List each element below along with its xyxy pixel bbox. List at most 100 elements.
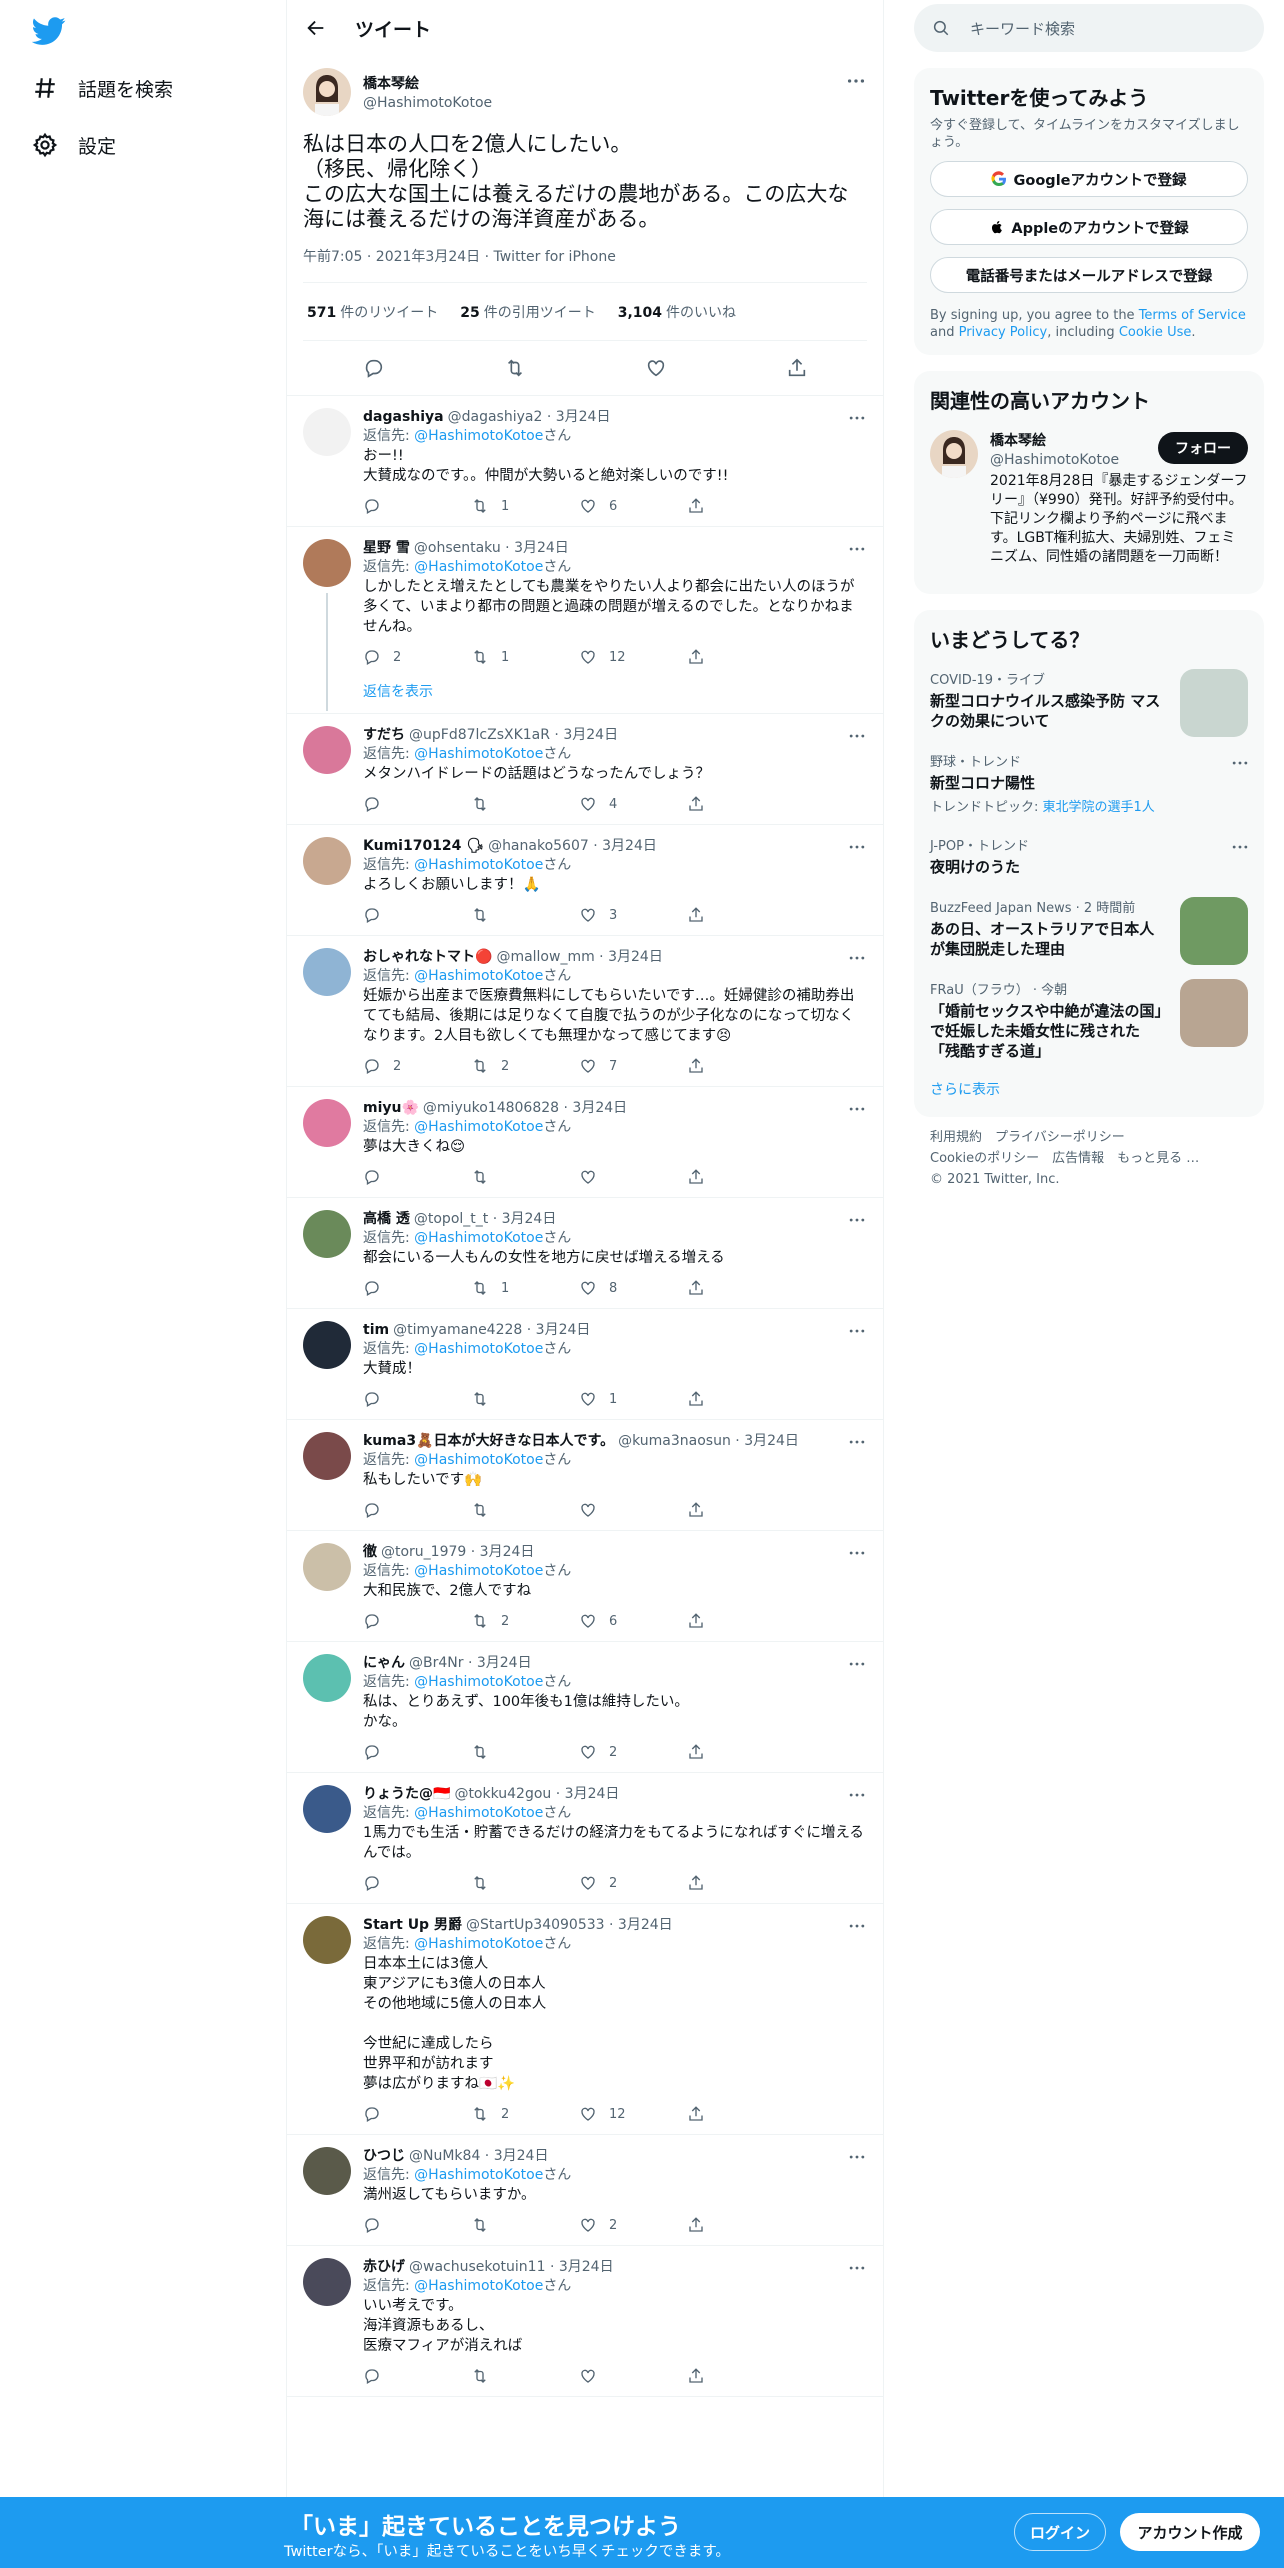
reply-author-name[interactable]: ひつじ — [363, 2148, 405, 2164]
twitter-logo-icon[interactable] — [32, 14, 66, 48]
trend-thumbnail[interactable] — [1180, 979, 1248, 1047]
reply-date[interactable]: 3月24日 — [536, 1322, 591, 1338]
nav-settings[interactable]: 設定 — [32, 120, 116, 170]
reply-author-handle[interactable]: @kuma3naosun — [618, 1433, 731, 1449]
more-icon[interactable] — [847, 726, 867, 746]
reply-author-handle[interactable]: @upFd87lcZsXK1aR — [409, 727, 550, 743]
reply-tweet[interactable]: Start Up 男爵 @StartUp34090533 · 3月24日 返信先: … — [287, 1904, 883, 2135]
reply-button[interactable] — [363, 1390, 471, 1408]
mention-link[interactable]: @HashimotoKotoe — [414, 746, 543, 762]
retweet-button[interactable]: 2 — [471, 2105, 579, 2123]
reply-icon[interactable] — [363, 357, 385, 379]
trend-thumbnail[interactable] — [1180, 897, 1248, 965]
retweet-button[interactable]: 1 — [471, 648, 579, 666]
google-signup-button[interactable]: Googleアカウントで登録 — [930, 161, 1248, 197]
more-icon[interactable] — [847, 408, 867, 428]
like-button[interactable]: 6 — [579, 1612, 687, 1630]
avatar[interactable] — [303, 1543, 351, 1591]
author-handle[interactable]: @HashimotoKotoe — [363, 95, 492, 111]
mention-link[interactable]: @HashimotoKotoe — [414, 1119, 543, 1135]
reply-tweet[interactable]: おしゃれなトマト🔴 @mallow_mm · 3月24日 返信先: @Hashimo… — [287, 936, 883, 1087]
reply-tweet[interactable]: ひつじ @NuMk84 · 3月24日 返信先: @HashimotoKotoeさん… — [287, 2135, 883, 2246]
cookie-link[interactable]: Cookie Use — [1119, 325, 1192, 340]
more-icon[interactable] — [847, 1785, 867, 1805]
reply-date[interactable]: 3月24日 — [480, 1544, 535, 1560]
reply-author-handle[interactable]: @mallow_mm — [496, 949, 594, 965]
like-button[interactable]: 3 — [579, 906, 687, 924]
reply-button[interactable] — [363, 2216, 471, 2234]
mention-link[interactable]: @HashimotoKotoe — [414, 1805, 543, 1821]
reply-author-handle[interactable]: @Br4Nr — [409, 1655, 464, 1671]
retweet-button[interactable] — [471, 2216, 579, 2234]
share-button[interactable] — [687, 1501, 795, 1519]
reply-date[interactable]: 3月24日 — [494, 2148, 549, 2164]
terms-link[interactable]: Terms of Service — [1139, 308, 1246, 323]
footer-terms[interactable]: 利用規約 — [930, 1130, 982, 1145]
share-button[interactable] — [687, 2367, 795, 2385]
reply-author-name[interactable]: 赤ひげ — [363, 2259, 405, 2275]
trend-item[interactable]: FRaU（フラウ） · 今朝 「婚前セックスや中絶が違法の国」で妊娠した未婚女性に… — [930, 969, 1248, 1071]
reply-button[interactable] — [363, 2105, 471, 2123]
share-button[interactable] — [687, 1874, 795, 1892]
reply-date[interactable]: 3月24日 — [618, 1917, 673, 1933]
more-icon[interactable] — [847, 2147, 867, 2167]
retweet-button[interactable]: 1 — [471, 1279, 579, 1297]
related-account[interactable]: 橋本琴絵 @HashimotoKotoe フォロー 2021年8月28日『暴走す… — [930, 430, 1248, 580]
avatar[interactable] — [303, 68, 351, 116]
reply-tweet[interactable]: 徹 @toru_1979 · 3月24日 返信先: @HashimotoKotoeさ… — [287, 1531, 883, 1642]
reply-author-handle[interactable]: @hanako5607 — [488, 838, 589, 854]
reply-author-name[interactable]: 星野 雪 — [363, 540, 410, 556]
reply-tweet[interactable]: miyu🌸 @miyuko14806828 · 3月24日 返信先: @Hashim… — [287, 1087, 883, 1198]
like-button[interactable]: 7 — [579, 1057, 687, 1075]
reply-button[interactable] — [363, 2367, 471, 2385]
mention-link[interactable]: @HashimotoKotoe — [414, 559, 543, 575]
avatar[interactable] — [303, 726, 351, 774]
footer-ads[interactable]: 広告情報 — [1052, 1151, 1104, 1166]
reply-date[interactable]: 3月24日 — [744, 1433, 799, 1449]
reply-button[interactable]: 2 — [363, 1057, 471, 1075]
retweet-icon[interactable] — [504, 357, 526, 379]
trends-more-link[interactable]: さらに表示 — [930, 1071, 1248, 1107]
avatar[interactable] — [303, 1785, 351, 1833]
more-icon[interactable] — [847, 1543, 867, 1563]
trend-thumbnail[interactable] — [1180, 669, 1248, 737]
footer-more[interactable]: もっと見る … — [1117, 1151, 1199, 1166]
reply-author-name[interactable]: りょうた@🇮🇩 — [363, 1786, 450, 1802]
like-button[interactable]: 8 — [579, 1279, 687, 1297]
reply-tweet[interactable]: Kumi170124 🗣 @hanako5607 · 3月24日 返信先: @Has… — [287, 825, 883, 936]
reply-author-name[interactable]: tim — [363, 1322, 389, 1338]
like-button[interactable]: 12 — [579, 648, 687, 666]
retweet-button[interactable] — [471, 2367, 579, 2385]
reply-tweet[interactable]: tim @timyamane4228 · 3月24日 返信先: @Hashimoto… — [287, 1309, 883, 1420]
apple-signup-button[interactable]: Appleのアカウントで登録 — [930, 209, 1248, 245]
mention-link[interactable]: @HashimotoKotoe — [414, 2278, 543, 2294]
reply-date[interactable]: 3月24日 — [477, 1655, 532, 1671]
like-button[interactable]: 2 — [579, 2216, 687, 2234]
reply-date[interactable]: 3月24日 — [608, 949, 663, 965]
avatar[interactable] — [303, 1321, 351, 1369]
quote-count[interactable]: 25 件の引用ツイート — [460, 302, 595, 322]
avatar[interactable] — [303, 2147, 351, 2195]
reply-date[interactable]: 3月24日 — [559, 2259, 614, 2275]
more-icon[interactable] — [847, 1321, 867, 1341]
reply-button[interactable]: 2 — [363, 648, 471, 666]
reply-date[interactable]: 3月24日 — [572, 1100, 627, 1116]
reply-author-name[interactable]: kuma3🧸日本が大好きな日本人です。 — [363, 1433, 614, 1449]
trend-item[interactable]: COVID-19・ライブ 新型コロナウイルス感染予防 マスクの効果について — [930, 659, 1248, 741]
avatar[interactable] — [303, 837, 351, 885]
like-count[interactable]: 3,104 件のいいね — [618, 302, 736, 322]
retweet-button[interactable] — [471, 1874, 579, 1892]
reply-tweet[interactable]: 高橋 透 @topol_t_t · 3月24日 返信先: @HashimotoKot… — [287, 1198, 883, 1309]
share-button[interactable] — [687, 1168, 795, 1186]
mention-link[interactable]: @HashimotoKotoe — [414, 1230, 543, 1246]
like-button[interactable] — [579, 1501, 687, 1519]
privacy-link[interactable]: Privacy Policy — [959, 325, 1048, 340]
retweet-count[interactable]: 571 件のリツイート — [307, 302, 438, 322]
like-button[interactable]: 12 — [579, 2105, 687, 2123]
mention-link[interactable]: @HashimotoKotoe — [414, 1341, 543, 1357]
more-icon[interactable] — [847, 948, 867, 968]
reply-author-handle[interactable]: @dagashiya2 — [448, 409, 543, 425]
retweet-button[interactable] — [471, 906, 579, 924]
mention-link[interactable]: @HashimotoKotoe — [414, 1563, 543, 1579]
reply-author-name[interactable]: dagashiya — [363, 409, 444, 425]
